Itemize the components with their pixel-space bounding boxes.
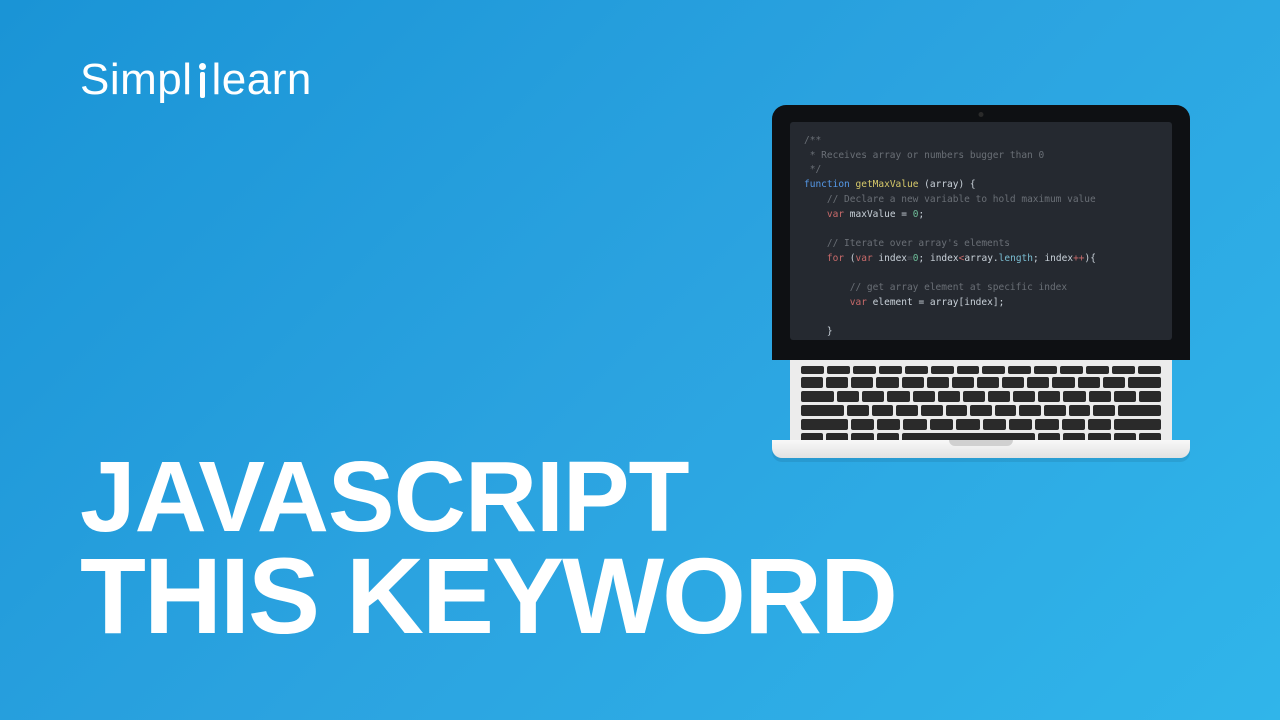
code-editor-screen: /** * Receives array or numbers bugger t…	[790, 122, 1172, 340]
laptop-screen-frame: /** * Receives array or numbers bugger t…	[772, 105, 1190, 360]
logo-text-right: learn	[212, 55, 312, 105]
laptop-notch	[949, 440, 1013, 446]
laptop-keyboard	[790, 360, 1172, 440]
logo-separator-icon	[199, 63, 206, 98]
main-title: JAVASCRIPT THIS KEYWORD	[80, 450, 896, 648]
laptop-illustration: /** * Receives array or numbers bugger t…	[772, 105, 1190, 458]
logo-text-left: Simpl	[80, 55, 193, 105]
title-line-1: JAVASCRIPT	[80, 450, 896, 545]
laptop-camera-icon	[979, 112, 984, 117]
brand-logo: Simpl learn	[80, 55, 312, 105]
laptop-base	[772, 440, 1190, 458]
code-block: /** * Receives array or numbers bugger t…	[804, 134, 1158, 340]
title-line-2: THIS KEYWORD	[80, 545, 896, 648]
